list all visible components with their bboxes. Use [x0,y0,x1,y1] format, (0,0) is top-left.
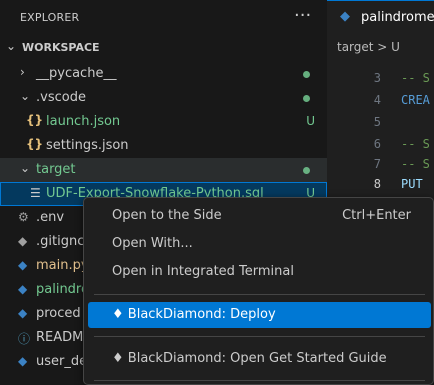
menu-item-label: Open in Integrated Terminal [112,264,294,279]
file-lines-icon: ☰ [30,186,41,200]
code-line[interactable]: -- S [401,157,430,171]
tree-item-target[interactable]: ⌄ target [0,158,327,182]
gear-icon: ⚙ [18,210,29,224]
workspace-section-header[interactable]: ⌄ WORKSPACE [0,36,327,60]
menu-item-shortcut: Ctrl+Enter [342,208,411,223]
tree-item-label: READM [36,330,84,345]
tree-item-label: target [36,162,76,177]
menu-separator [94,336,425,337]
code-line[interactable]: PUT [401,177,423,191]
workspace-label: WORKSPACE [22,41,100,54]
menu-separator [94,294,425,295]
line-number: 3 [373,71,381,85]
explorer-title: EXPLORER [20,11,80,24]
python-file-icon: ◆ [340,9,350,24]
tree-item-pycache[interactable]: › __pycache__ [0,62,327,86]
menu-item-open-with[interactable]: Open With... [88,231,431,257]
tree-item-label: user_de [36,354,88,369]
git-file-icon: ◆ [18,234,28,248]
tree-item-label: launch.json [46,114,121,129]
python-file-icon: ◆ [18,306,28,320]
line-number: 5 [373,115,381,129]
json-file-icon: {} [26,113,44,127]
tree-item-label: .gitignc [36,234,85,249]
more-actions-icon[interactable]: ··· [294,5,311,26]
tree-item-label: main.py [36,258,89,273]
python-file-icon: ◆ [18,354,28,368]
tree-item-label: palindro [36,282,89,297]
tree-item-label: settings.json [46,138,129,153]
line-number: 4 [373,93,381,107]
tree-item-label: __pycache__ [36,66,117,81]
line-number: 8 [373,177,381,191]
menu-item-blackdiamond-deploy[interactable]: ♦ BlackDiamond: Deploy [88,302,431,328]
explorer-header: EXPLORER ··· [0,0,327,35]
tree-item-label: .env [36,210,65,225]
git-status-dot-icon [303,167,310,174]
python-file-icon: ◆ [18,258,28,272]
tree-item-settings-json[interactable]: {} settings.json [0,134,327,158]
menu-item-label: Open With... [112,236,193,251]
git-status-badge: U [306,114,315,128]
menu-item-label: Open to the Side [112,208,222,223]
chevron-down-icon: ⌄ [6,39,17,53]
menu-separator [94,380,425,381]
tab-label: palindrome [361,10,434,25]
chevron-down-icon: ⌄ [20,89,31,103]
menu-item-open-in-terminal[interactable]: Open in Integrated Terminal [88,259,431,285]
code-line[interactable]: -- S [401,137,430,151]
json-file-icon: {} [26,137,44,151]
tree-item-vscode[interactable]: ⌄ .vscode [0,86,327,110]
code-line[interactable]: -- S [401,71,430,85]
python-file-icon: ◆ [18,282,28,296]
chevron-right-icon: › [20,65,25,79]
editor-tab[interactable]: ◆ palindrome [327,0,434,35]
git-status-dot-icon [303,95,310,102]
context-menu: Open to the Side Ctrl+Enter Open With...… [83,197,434,385]
breadcrumb[interactable]: target > U [337,40,400,54]
tree-item-launch-json[interactable]: {} launch.json U [0,110,327,134]
chevron-down-icon: ⌄ [20,161,31,175]
tree-item-label: proced [36,306,81,321]
code-line[interactable]: CREA [401,93,430,107]
line-number: 7 [373,157,381,171]
line-number: 6 [373,137,381,151]
menu-item-label: ♦ BlackDiamond: Open Get Started Guide [112,351,387,366]
git-status-dot-icon [303,71,310,78]
menu-item-label: ♦ BlackDiamond: Deploy [112,307,276,322]
tree-item-label: .vscode [36,90,86,105]
menu-item-open-to-side[interactable]: Open to the Side Ctrl+Enter [88,203,431,229]
menu-item-blackdiamond-guide[interactable]: ♦ BlackDiamond: Open Get Started Guide [88,346,431,372]
info-icon: ⓘ [18,332,31,346]
